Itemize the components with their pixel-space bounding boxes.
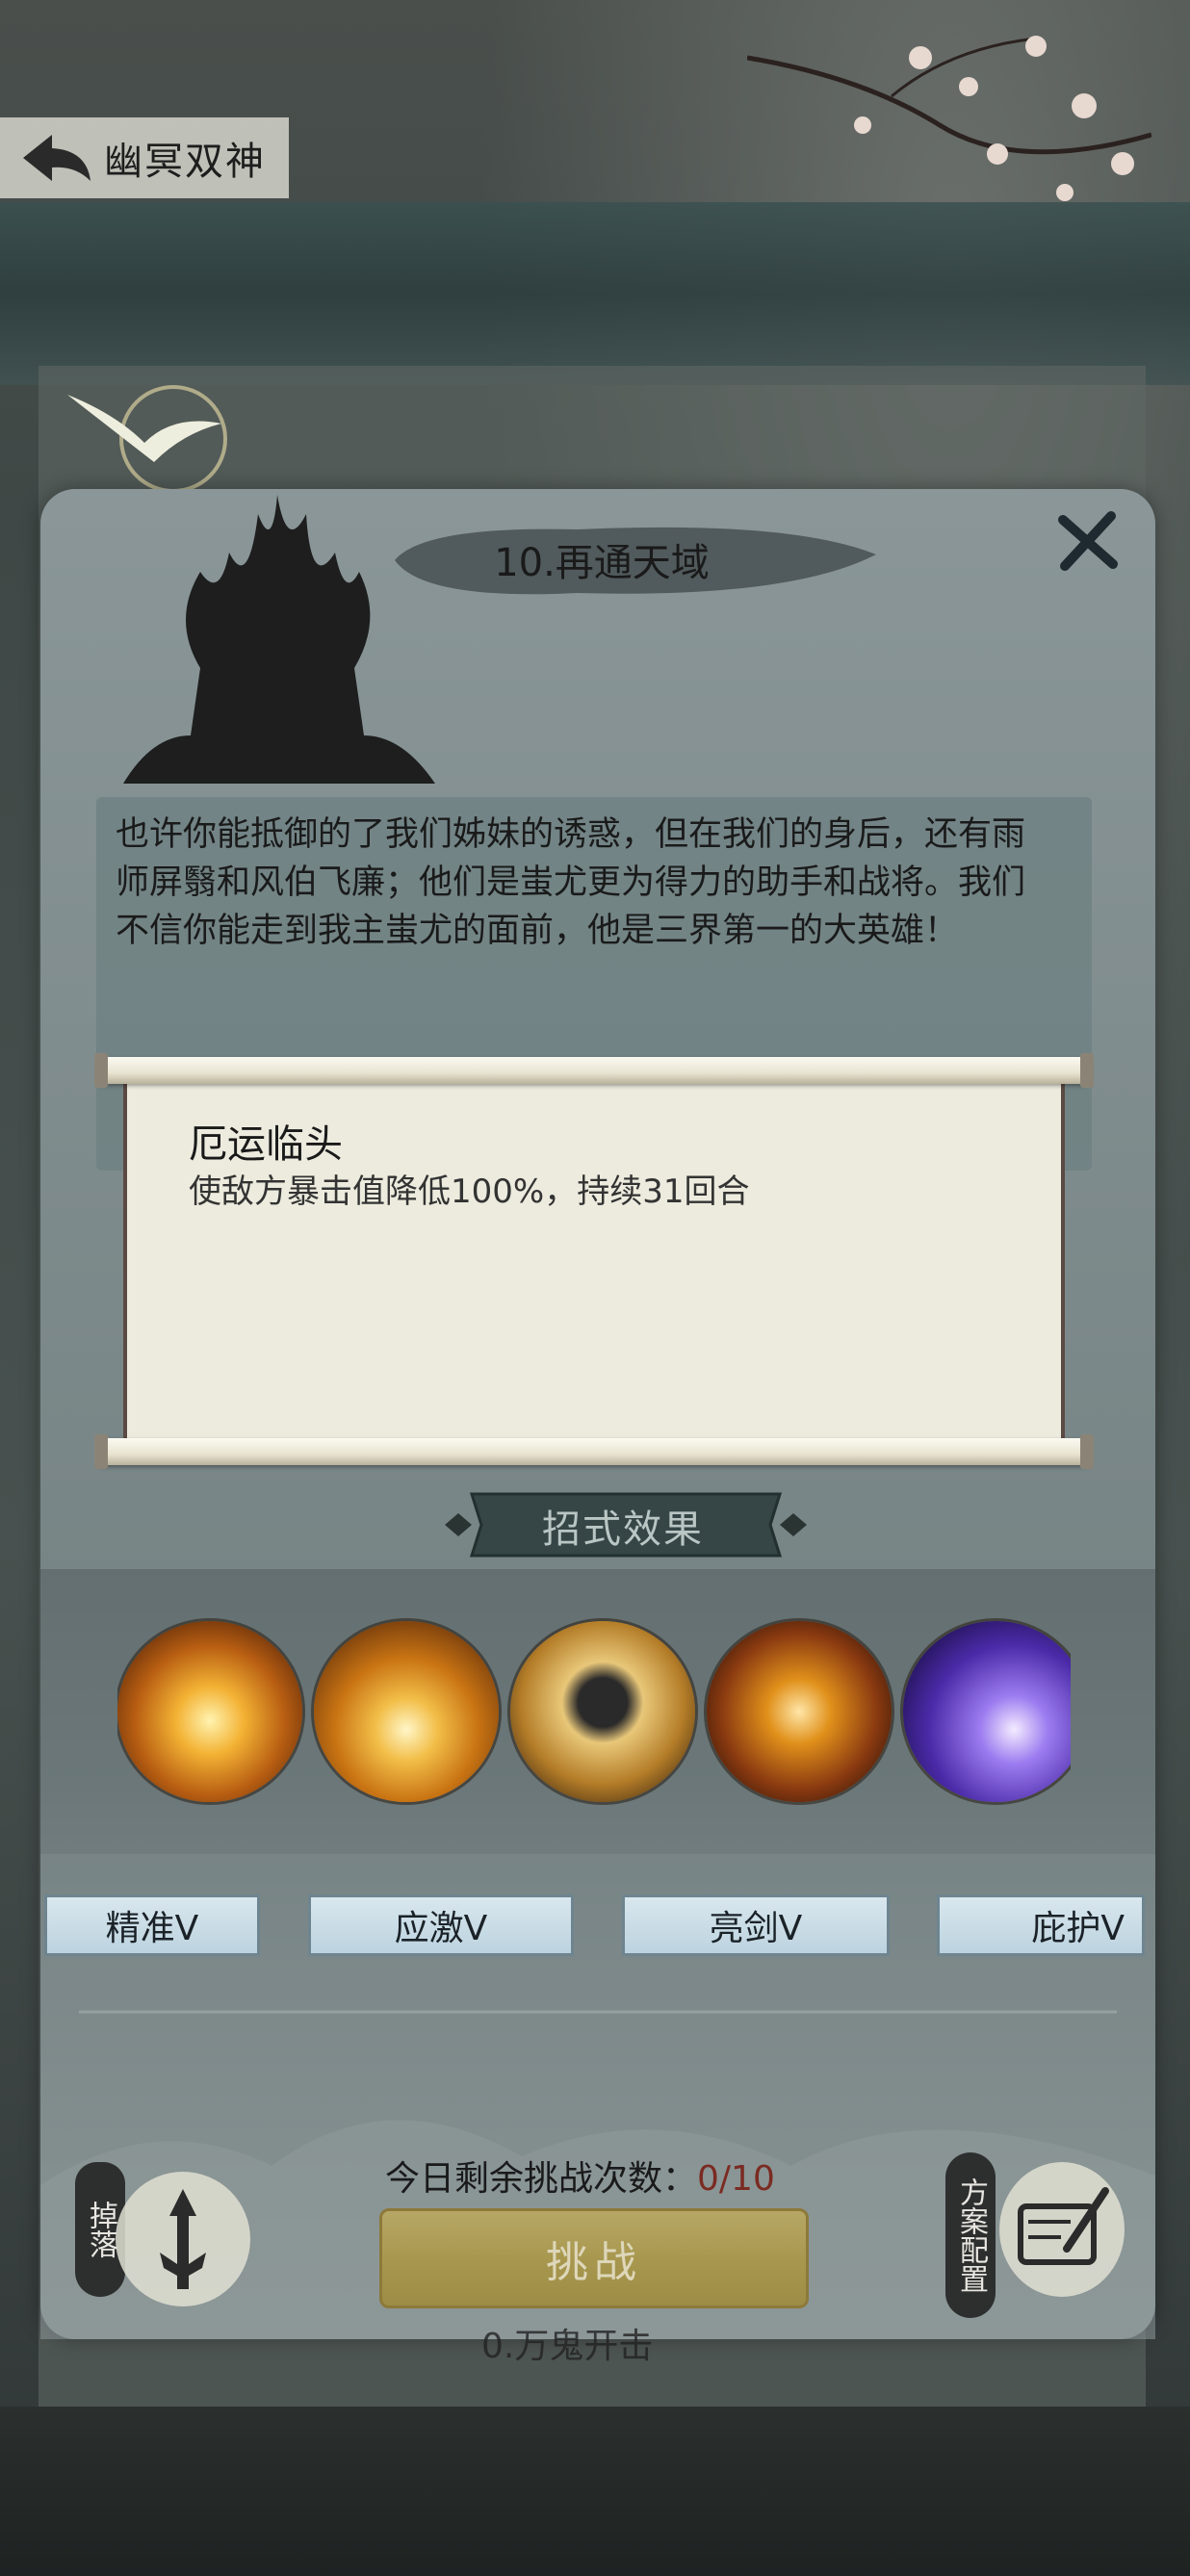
challenge-button[interactable]: 挑战 <box>379 2208 809 2308</box>
skill-tag-liangjian[interactable]: 亮剑V <box>622 1894 890 1956</box>
plan-config-button[interactable] <box>999 2162 1125 2297</box>
drop-button[interactable] <box>116 2172 250 2306</box>
purple-lightning-skill-icon[interactable] <box>903 1621 1071 1802</box>
story-text: 也许你能抵御的了我们姊妹的诱惑，但在我们的身后，还有雨师屏翳和风伯飞廉；他们是蚩… <box>116 815 1026 950</box>
scroll-rod-bottom <box>94 1434 1094 1469</box>
plan-config-label: 方案配置 <box>945 2152 996 2318</box>
obscured-stage-text: 0.万鬼开击 <box>481 2327 654 2366</box>
skill-tag-jingzhun[interactable]: 精准V <box>44 1894 260 1956</box>
skill-tag-bihu[interactable]: 庇护V <box>937 1894 1145 1956</box>
fire-ring-skill-icon[interactable] <box>707 1621 892 1802</box>
back-button-label: 幽冥双神 <box>104 140 266 184</box>
vortex-skill-icon[interactable] <box>314 1621 499 1802</box>
attempts-value: 0/10 <box>697 2159 775 2199</box>
armored-boss-skill-icon[interactable] <box>510 1621 695 1802</box>
effect-description: 使敌方暴击值降低100%，持续31回合 <box>189 1172 750 1211</box>
background-bottom-rod <box>0 2407 1190 2576</box>
scroll-rod-top <box>94 1053 1094 1088</box>
close-icon[interactable] <box>1055 508 1123 574</box>
effect-name: 厄运临头 <box>189 1122 343 1167</box>
skill-effects-heading: 招式效果 <box>542 1507 704 1552</box>
crane-emblem-icon <box>67 385 227 491</box>
skill-icon-list[interactable] <box>117 1617 1071 1806</box>
back-arrow-icon <box>23 135 91 181</box>
stage-title: 10.再通天域 <box>494 541 710 585</box>
skill-tag-yingji[interactable]: 应激V <box>308 1894 574 1956</box>
explosion-skill-icon[interactable] <box>117 1621 302 1802</box>
sword-icon <box>160 2189 206 2289</box>
attempts-label: 今日剩余挑战次数： <box>385 2159 698 2199</box>
back-button[interactable]: 幽冥双神 <box>0 117 289 198</box>
scroll-brush-icon <box>1018 2187 1109 2265</box>
remaining-attempts: 今日剩余挑战次数：0/10 <box>385 2151 775 2201</box>
plum-blossom-branch-decoration <box>747 36 1151 201</box>
